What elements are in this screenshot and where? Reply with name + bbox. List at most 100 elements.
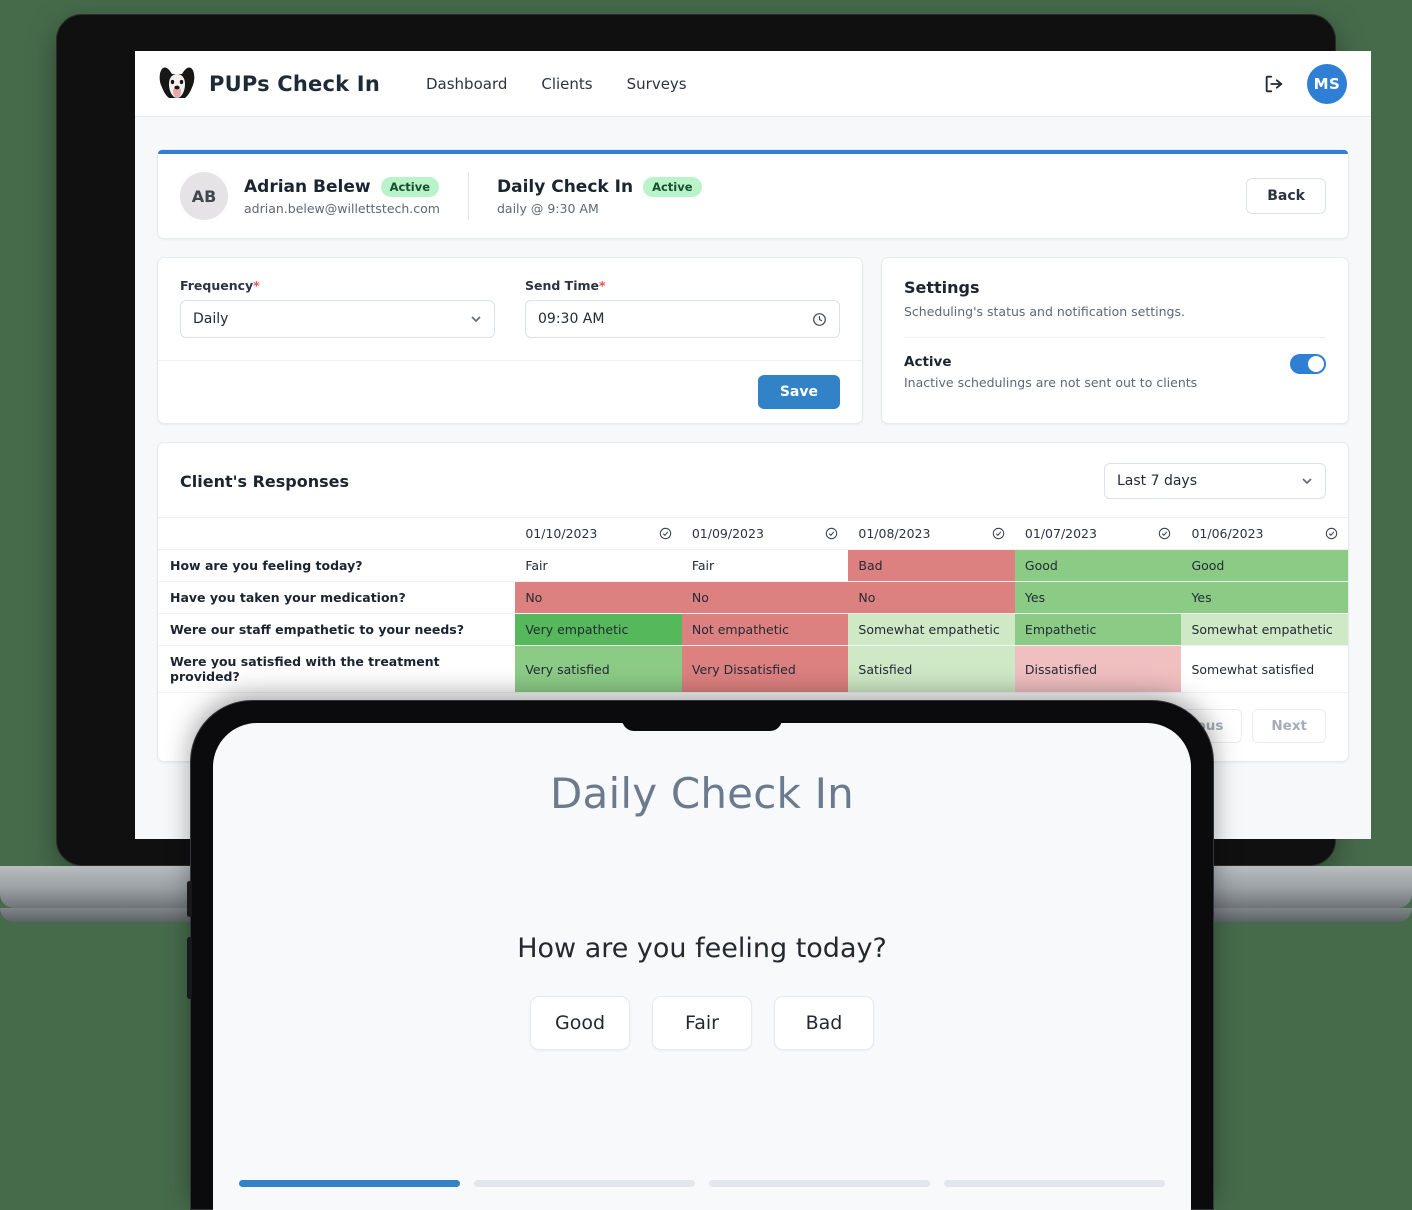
- table-header-date: 01/10/2023: [515, 517, 682, 550]
- active-toggle[interactable]: [1290, 354, 1326, 374]
- phone-frame: Daily Check In How are you feeling today…: [187, 700, 1214, 1210]
- response-cell: Fair: [681, 549, 849, 582]
- column-date-label: 01/07/2023: [1024, 526, 1097, 541]
- check-circle-icon: [1325, 527, 1338, 540]
- client-status-badge: Active: [380, 176, 440, 197]
- progress-segment: [474, 1180, 695, 1187]
- phone-answer-options: Good Fair Bad: [213, 996, 1191, 1050]
- table-row: How are you feeling today? Fair Fair Bad Goo…: [158, 549, 1348, 582]
- column-date-label: 01/06/2023: [1191, 526, 1264, 541]
- client-summary-row: AB Adrian Belew Active adrian.belew@will…: [158, 154, 1348, 238]
- frequency-select[interactable]: Daily: [180, 300, 495, 338]
- table-header-date: 01/09/2023: [681, 517, 849, 550]
- date-range-select[interactable]: Last 7 days: [1104, 463, 1326, 499]
- response-cell: Not empathetic: [681, 613, 849, 646]
- phone-screen: Daily Check In How are you feeling today…: [213, 723, 1191, 1210]
- send-time-input[interactable]: 09:30 AM: [525, 300, 840, 338]
- phone-question: How are you feeling today?: [517, 933, 887, 964]
- phone-volume-up-button[interactable]: [187, 937, 192, 999]
- logout-icon[interactable]: [1263, 73, 1285, 95]
- column-date-label: 01/09/2023: [691, 526, 764, 541]
- responses-title: Client's Responses: [180, 471, 350, 491]
- nav-item-clients[interactable]: Clients: [541, 75, 592, 93]
- clock-icon[interactable]: [812, 312, 827, 327]
- dog-logo-icon: [159, 67, 195, 98]
- active-label: Active: [904, 354, 952, 370]
- frequency-value: Daily: [193, 311, 229, 327]
- survey-schedule: daily @ 9:30 AM: [496, 200, 599, 216]
- back-button[interactable]: Back: [1246, 178, 1326, 214]
- question-cell: Have you taken your medication?: [170, 590, 406, 605]
- required-asterisk: *: [599, 278, 606, 293]
- response-cell: Satisfied: [848, 645, 1015, 693]
- phone-mute-button[interactable]: [187, 881, 192, 917]
- response-cell: Empathetic: [1014, 613, 1182, 646]
- response-cell: No: [681, 581, 849, 614]
- required-asterisk: *: [253, 278, 260, 293]
- brand[interactable]: PUPs Check In: [157, 65, 380, 103]
- brand-name: PUPs Check In: [209, 71, 380, 96]
- active-description: Inactive schedulings are not sent out to…: [904, 375, 1198, 390]
- settings-divider: [904, 337, 1326, 338]
- survey-status-badge: Active: [643, 176, 702, 197]
- response-cell: Very satisfied: [515, 645, 682, 693]
- phone-progress-bar: [239, 1180, 1165, 1187]
- form-footer: Save: [158, 360, 862, 423]
- frequency-field: Frequency* Daily: [180, 278, 495, 338]
- survey-name: Daily Check In: [496, 176, 634, 197]
- check-circle-icon: [659, 527, 672, 540]
- send-time-label-text: Send Time: [525, 278, 599, 293]
- active-setting-row: Active Inactive schedulings are not sent…: [904, 354, 1326, 390]
- table-header-date: 01/07/2023: [1014, 517, 1182, 550]
- survey-identity: Daily Check In Active daily @ 9:30 AM: [496, 176, 702, 216]
- send-time-field: Send Time* 09:30 AM: [525, 278, 840, 338]
- check-circle-icon: [1159, 527, 1171, 540]
- phone-option-button[interactable]: Fair: [652, 996, 752, 1050]
- avatar[interactable]: MS: [1307, 63, 1347, 104]
- client-email: adrian.belew@willettstech.com: [244, 200, 440, 216]
- settings-title: Settings: [904, 278, 980, 297]
- page-content: AB Adrian Belew Active adrian.belew@will…: [135, 117, 1371, 762]
- question-cell: How are you feeling today?: [170, 558, 363, 573]
- scheduling-row: Frequency* Daily Send Time* 09:30 AM Sav…: [157, 257, 1349, 424]
- response-cell: Yes: [1014, 581, 1182, 614]
- phone-option-button[interactable]: Bad: [774, 996, 874, 1050]
- client-avatar: AB: [180, 172, 228, 220]
- phone-survey-title: Daily Check In: [550, 769, 854, 818]
- table-row: Have you taken your medication? No No No Yes…: [158, 581, 1348, 614]
- responses-table: 01/10/2023 01/09/2023 01/08/2023 01/07/2023…: [158, 517, 1348, 693]
- column-date-label: 01/08/2023: [858, 526, 931, 541]
- next-button[interactable]: Next: [1252, 709, 1326, 743]
- settings-card: Settings Scheduling's status and notific…: [881, 257, 1349, 424]
- response-cell: Good: [1014, 549, 1182, 582]
- table-header-row: 01/10/2023 01/09/2023 01/08/2023 01/07/2023…: [158, 517, 1348, 550]
- table-header-question: [158, 517, 516, 550]
- progress-segment: [944, 1180, 1165, 1187]
- nav-item-dashboard[interactable]: Dashboard: [426, 75, 507, 93]
- chevron-down-icon: [1302, 478, 1312, 485]
- responses-table-head: 01/10/2023 01/09/2023 01/08/2023 01/07/2023…: [158, 517, 1348, 550]
- table-row: Were our staff empathetic to your needs?…: [158, 613, 1348, 646]
- response-cell: Dissatisfied: [1014, 645, 1182, 693]
- phone-option-button[interactable]: Good: [530, 996, 630, 1050]
- response-cell: Somewhat empathetic: [1181, 613, 1348, 646]
- response-cell: No: [848, 581, 1015, 614]
- scheduling-fields: Frequency* Daily Send Time* 09:30 AM: [158, 258, 862, 360]
- client-name: Adrian Belew: [244, 176, 371, 197]
- nav-item-surveys[interactable]: Surveys: [627, 75, 687, 93]
- response-cell: Fair: [515, 549, 682, 582]
- settings-subtitle: Scheduling's status and notification set…: [904, 304, 1185, 319]
- client-summary-card: AB Adrian Belew Active adrian.belew@will…: [157, 149, 1349, 239]
- question-cell: Were you satisfied with the treatment pr…: [170, 654, 440, 684]
- column-date-label: 01/10/2023: [525, 526, 598, 541]
- check-circle-icon: [826, 527, 838, 540]
- table-header-date: 01/08/2023: [848, 517, 1015, 550]
- responses-header: Client's Responses Last 7 days: [158, 443, 1348, 517]
- response-cell: Bad: [848, 549, 1015, 582]
- main-nav: Dashboard Clients Surveys: [426, 75, 687, 93]
- question-cell: Were our staff empathetic to your needs?: [170, 622, 464, 637]
- table-row: Were you satisfied with the treatment pr…: [158, 645, 1348, 693]
- progress-segment: [709, 1180, 930, 1187]
- response-cell: Very empathetic: [515, 613, 682, 646]
- save-button[interactable]: Save: [757, 375, 840, 409]
